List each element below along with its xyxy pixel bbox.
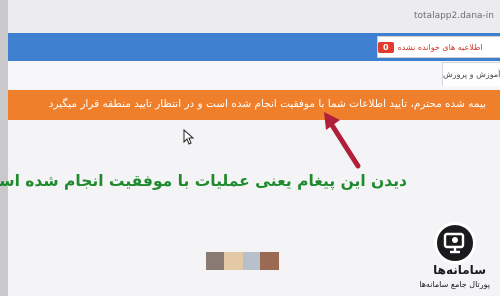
samaneha-logo: سامانه‌ها پورتال جامع سامانه‌ها [404,216,500,296]
left-border [0,0,8,296]
mouse-cursor-icon [183,129,195,145]
annotation-caption: دیدن این پیغام یعنی عملیات با موفقیت انج… [0,172,407,190]
tab-education[interactable]: آموزش و پرورش [442,62,500,86]
logo-subtitle: پورتال جامع سامانه‌ها [419,280,490,289]
logo-circle-icon [434,222,476,264]
arrow-icon [324,112,361,169]
address-url[interactable]: totalapp2.dana-in [414,11,494,21]
screenshot-frame: totalapp2.dana-in اطلاعیه های خوانده نشد… [0,0,500,296]
success-alert: بیمه شده محترم، تایید اطلاعات شما با موف… [8,90,500,120]
notifications-label: اطلاعیه های خوانده نشده [397,42,483,52]
notifications-count-badge: 0 [378,41,394,53]
browser-address-bar[interactable]: totalapp2.dana-in [8,0,500,34]
color-swatch [224,252,243,270]
alert-text: بیمه شده محترم، تایید اطلاعات شما با موف… [48,98,486,110]
color-swatch [260,252,279,270]
notifications-button[interactable]: اطلاعیه های خوانده نشده 0 [377,36,500,58]
logo-title: سامانه‌ها [433,263,486,277]
monitor-icon [443,232,465,254]
tab-bar [8,61,500,89]
color-swatch [206,252,225,270]
